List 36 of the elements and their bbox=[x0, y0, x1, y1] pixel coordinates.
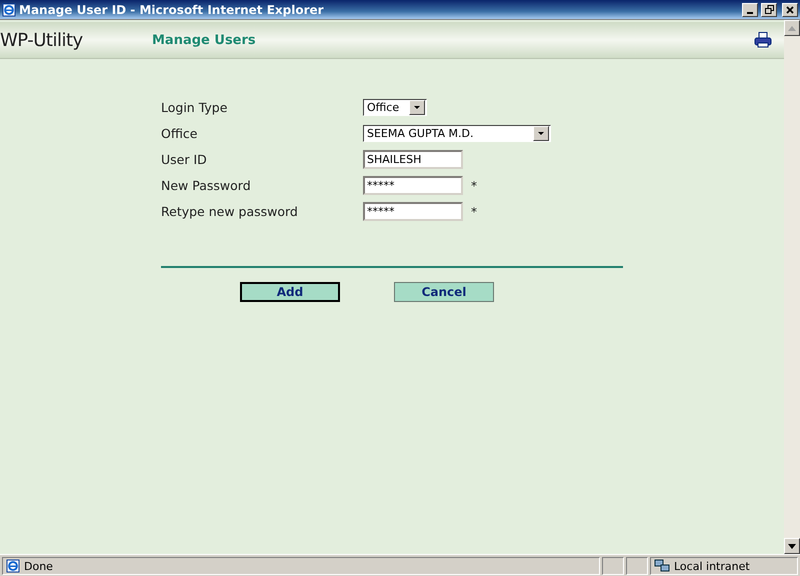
caret-icon bbox=[533, 126, 550, 141]
input-field[interactable]: ***** bbox=[363, 176, 463, 195]
field-label: User ID bbox=[161, 152, 208, 167]
field-label: New Password bbox=[161, 178, 252, 193]
minimize-button[interactable] bbox=[742, 2, 758, 16]
window-title: Manage User ID - Microsoft Internet Explorer bbox=[19, 2, 325, 16]
down-arrow-icon bbox=[788, 544, 796, 548]
status-pane bbox=[626, 557, 648, 575]
print-icon[interactable] bbox=[754, 32, 772, 48]
scrollbar[interactable] bbox=[784, 20, 800, 554]
input-field[interactable]: ***** bbox=[363, 202, 463, 221]
form-button[interactable]: Add bbox=[240, 282, 340, 302]
close-icon bbox=[786, 6, 794, 14]
zone-text: Local intranet bbox=[674, 560, 750, 572]
field-label: Retype new password bbox=[161, 204, 299, 219]
form-button[interactable]: Cancel bbox=[394, 282, 494, 302]
network-icon bbox=[654, 559, 670, 573]
caret-icon bbox=[409, 100, 426, 115]
required-mark: * bbox=[471, 178, 477, 192]
close-button[interactable] bbox=[782, 2, 798, 16]
browser-icon bbox=[6, 559, 20, 573]
field-label: Office bbox=[161, 126, 198, 141]
status-pane bbox=[602, 557, 624, 575]
field-label: Login Type bbox=[161, 100, 228, 115]
dropdown[interactable]: SEEMA GUPTA M.D. bbox=[363, 125, 552, 142]
browser-icon bbox=[2, 2, 16, 16]
input-field[interactable]: SHAILESH bbox=[363, 150, 463, 169]
dropdown[interactable]: Office bbox=[363, 99, 428, 116]
up-arrow-icon bbox=[788, 26, 796, 30]
restore-button[interactable] bbox=[761, 2, 777, 16]
required-mark: * bbox=[471, 204, 477, 218]
minimize-icon bbox=[747, 12, 753, 14]
page-title: Manage Users bbox=[152, 32, 257, 48]
restore-icon bbox=[764, 5, 774, 14]
status-text: Done bbox=[24, 560, 53, 572]
app-logo: WP-Utility bbox=[0, 30, 84, 50]
